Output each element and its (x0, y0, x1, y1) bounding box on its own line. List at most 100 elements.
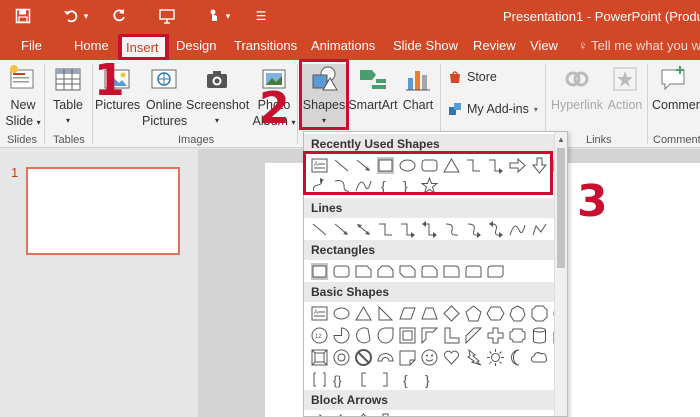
double-bracket-icon[interactable] (310, 370, 329, 389)
present-from-start-icon[interactable] (156, 5, 178, 27)
block-left-arrow-icon[interactable] (332, 412, 351, 417)
new-slide-button[interactable]: New Slide ▾ (5, 64, 41, 131)
diamond-icon[interactable] (442, 304, 461, 323)
basic-right-brace-icon[interactable]: } (420, 370, 439, 389)
round-single-corner-icon[interactable] (442, 262, 461, 281)
basic-triangle-icon[interactable] (354, 304, 373, 323)
basic-textbox-icon[interactable]: A (310, 304, 329, 323)
online-pictures-button[interactable]: Online Pictures (142, 64, 187, 129)
hyperlink-button[interactable]: Hyperlink (549, 64, 605, 113)
snip-round-icon[interactable] (420, 262, 439, 281)
table-button[interactable]: Table ▾ (50, 64, 86, 129)
gallery-scrollbar[interactable]: ▲ (554, 132, 567, 416)
bevel-icon[interactable] (310, 348, 329, 367)
hexagon-icon[interactable] (486, 304, 505, 323)
l-shape-icon[interactable] (442, 326, 461, 345)
tab-slide-show[interactable]: Slide Show (393, 38, 458, 53)
heptagon-icon[interactable] (508, 304, 527, 323)
donut-icon[interactable] (332, 348, 351, 367)
tab-home[interactable]: Home (74, 38, 109, 53)
curve-icon[interactable] (508, 220, 527, 239)
new-slide-label-2: Slide (5, 114, 34, 128)
save-icon[interactable] (12, 5, 34, 27)
parallelogram-icon[interactable] (398, 304, 417, 323)
plaque-icon[interactable] (508, 326, 527, 345)
round-same-side-icon[interactable] (464, 262, 483, 281)
screenshot-button[interactable]: Screenshot ▾ (186, 64, 249, 129)
trapezoid-icon[interactable] (420, 304, 439, 323)
freeform-icon[interactable] (530, 220, 549, 239)
new-slide-icon (10, 65, 34, 89)
snip-single-corner-icon[interactable] (354, 262, 373, 281)
curved-double-arrow-icon[interactable] (486, 220, 505, 239)
tell-me-box[interactable]: ♀ Tell me what you wa (578, 38, 700, 53)
right-triangle-icon[interactable] (376, 304, 395, 323)
chord-icon[interactable] (354, 326, 373, 345)
tab-review[interactable]: Review (473, 38, 516, 53)
rectangle-icon[interactable] (310, 262, 329, 281)
snip-diagonal-icon[interactable] (398, 262, 417, 281)
scroll-thumb[interactable] (557, 148, 565, 268)
octagon-icon[interactable] (530, 304, 549, 323)
my-addins-button[interactable]: My Add-ins ▾ (448, 102, 538, 116)
moon-icon[interactable] (508, 348, 527, 367)
curved-arrow-icon[interactable] (464, 220, 483, 239)
smartart-button[interactable]: SmartArt (348, 64, 398, 113)
no-symbol-icon[interactable] (354, 348, 373, 367)
line-arrow-icon[interactable] (332, 220, 351, 239)
can-icon[interactable] (530, 326, 549, 345)
heart-icon[interactable] (442, 348, 461, 367)
snip-same-side-icon[interactable] (376, 262, 395, 281)
double-brace-icon[interactable]: {} (332, 370, 351, 389)
round-diagonal-icon[interactable] (486, 262, 505, 281)
tab-view[interactable]: View (530, 38, 558, 53)
dodecagon-icon[interactable]: 12 (310, 326, 329, 345)
teardrop-icon[interactable] (376, 326, 395, 345)
slide-thumbnail[interactable] (26, 167, 180, 255)
block-arc-icon[interactable] (376, 348, 395, 367)
store-button[interactable]: Store (448, 70, 497, 84)
window-title: Presentation1 - PowerPoint (Produ (503, 9, 700, 24)
pie-icon[interactable] (332, 326, 351, 345)
elbow-arrow-icon[interactable] (398, 220, 417, 239)
half-frame-icon[interactable] (420, 326, 439, 345)
redo-icon[interactable] (108, 5, 130, 27)
double-arrow-line-icon[interactable] (354, 220, 373, 239)
cloud-icon[interactable] (530, 348, 549, 367)
block-right-arrow-icon[interactable] (310, 412, 329, 417)
diagonal-stripe-icon[interactable] (464, 326, 483, 345)
right-bracket-icon[interactable] (376, 370, 395, 389)
basic-left-brace-icon[interactable]: { (398, 370, 417, 389)
block-up-arrow-icon[interactable] (354, 412, 373, 417)
basic-oval-icon[interactable] (332, 304, 351, 323)
customize-toolbar-icon[interactable]: ☰ (250, 5, 272, 27)
lightning-bolt-icon[interactable] (464, 348, 483, 367)
tab-animations[interactable]: Animations (311, 38, 375, 53)
group-separator (92, 64, 93, 144)
undo-icon[interactable] (60, 5, 82, 27)
block-down-arrow-icon[interactable] (376, 412, 395, 417)
comment-button[interactable]: Comment (652, 64, 700, 113)
elbow-connector-icon[interactable] (376, 220, 395, 239)
line-icon[interactable] (310, 220, 329, 239)
tab-transitions[interactable]: Transitions (234, 38, 297, 53)
undo-dropdown-icon[interactable]: ▾ (80, 5, 92, 27)
step-number-3: 3 (577, 176, 608, 227)
chart-button[interactable]: Chart (400, 64, 436, 113)
pentagon-icon[interactable] (464, 304, 483, 323)
scroll-up-icon[interactable]: ▲ (557, 135, 565, 144)
slide-number: 1 (11, 165, 19, 180)
curved-connector-icon[interactable] (442, 220, 461, 239)
smiley-face-icon[interactable] (420, 348, 439, 367)
touch-dropdown-icon[interactable]: ▾ (222, 5, 234, 27)
tab-design[interactable]: Design (176, 38, 216, 53)
rounded-rectangle-icon[interactable] (332, 262, 351, 281)
cross-icon[interactable] (486, 326, 505, 345)
sun-icon[interactable] (486, 348, 505, 367)
folded-corner-icon[interactable] (398, 348, 417, 367)
tab-file[interactable]: File (21, 38, 42, 53)
elbow-double-arrow-icon[interactable] (420, 220, 439, 239)
action-button[interactable]: Action (606, 64, 644, 113)
left-bracket-icon[interactable] (354, 370, 373, 389)
frame-icon[interactable] (398, 326, 417, 345)
